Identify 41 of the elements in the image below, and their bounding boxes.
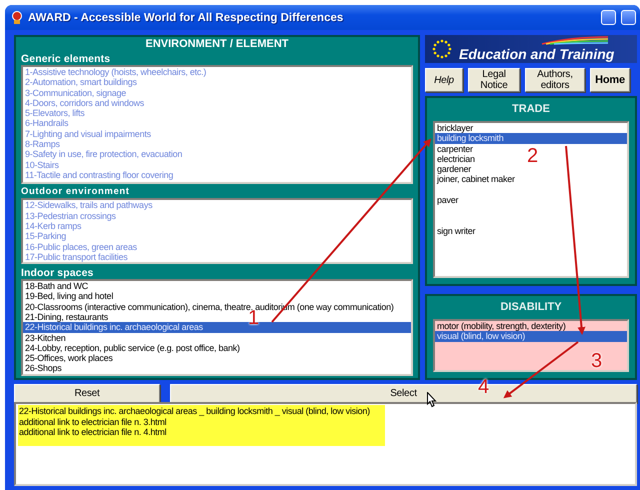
result-line: additional link to electrician file n. 4.html [19, 427, 168, 438]
annotation-number: 3 [591, 354, 602, 369]
panel-title: ENVIRONMENT / ELEMENT [145, 38, 288, 51]
list-item[interactable]: joiner, cabinet maker [435, 174, 517, 185]
list-item[interactable]: bricklayer [435, 123, 476, 134]
list-item[interactable]: 26-Shops [23, 363, 64, 374]
nav-button[interactable]: Help [425, 68, 463, 92]
list-box[interactable] [21, 279, 413, 376]
nav-button[interactable]: Legal Notice [468, 68, 520, 92]
swoosh-icon [540, 36, 610, 45]
nav-button[interactable]: Authors, editors [525, 68, 585, 92]
action-button[interactable]: Reset [14, 384, 160, 403]
panel-title: TRADE [512, 103, 550, 115]
list-item[interactable]: 23-Kitchen [23, 332, 68, 343]
list-item[interactable]: paver [435, 195, 460, 206]
award-icon [11, 10, 23, 24]
list-item[interactable]: sign writer [435, 226, 478, 236]
list-item[interactable]: 19-Bed, living and hotel [23, 291, 116, 302]
list-item[interactable]: visual (blind, low vision) [435, 331, 627, 342]
list-item[interactable]: building locksmith [435, 133, 627, 144]
minimize-button[interactable] [601, 10, 616, 25]
list-item[interactable]: 24-Lobby, reception, public service (e.g. post office, bank) [23, 342, 242, 354]
nav-button[interactable]: Home [590, 68, 630, 92]
list-item[interactable]: electrician [435, 154, 477, 164]
maximize-button[interactable] [621, 10, 636, 25]
result-line: 22-Historical buildings inc. archaeological areas _ building locksmith _ visual (blind, low vision) [19, 406, 371, 416]
section-title: Outdoor environment [21, 186, 130, 198]
list-item[interactable]: 21-Dining, restaurants [23, 312, 110, 322]
list-item[interactable]: motor (mobility, strength, dexterity) [435, 321, 568, 332]
list-item[interactable]: carpenter [435, 144, 475, 154]
list-item[interactable]: gardener [435, 164, 474, 174]
section-title: Indoor spaces [21, 267, 94, 280]
star-circle-icon [431, 38, 453, 60]
result-line: additional link to electrician file n. 3.html [19, 416, 168, 427]
logo-text: Education and Training [459, 46, 614, 62]
panel-title: DISABILITY [500, 301, 562, 313]
list-item[interactable]: 25-Offices, work places [23, 353, 115, 364]
annotation-number: 2 [527, 149, 538, 164]
list-item[interactable]: 18-Bath and WC [23, 281, 90, 292]
window-title: AWARD - Accessible World for All Respecting Differences [28, 12, 344, 24]
section-title: Generic elements [21, 53, 110, 65]
